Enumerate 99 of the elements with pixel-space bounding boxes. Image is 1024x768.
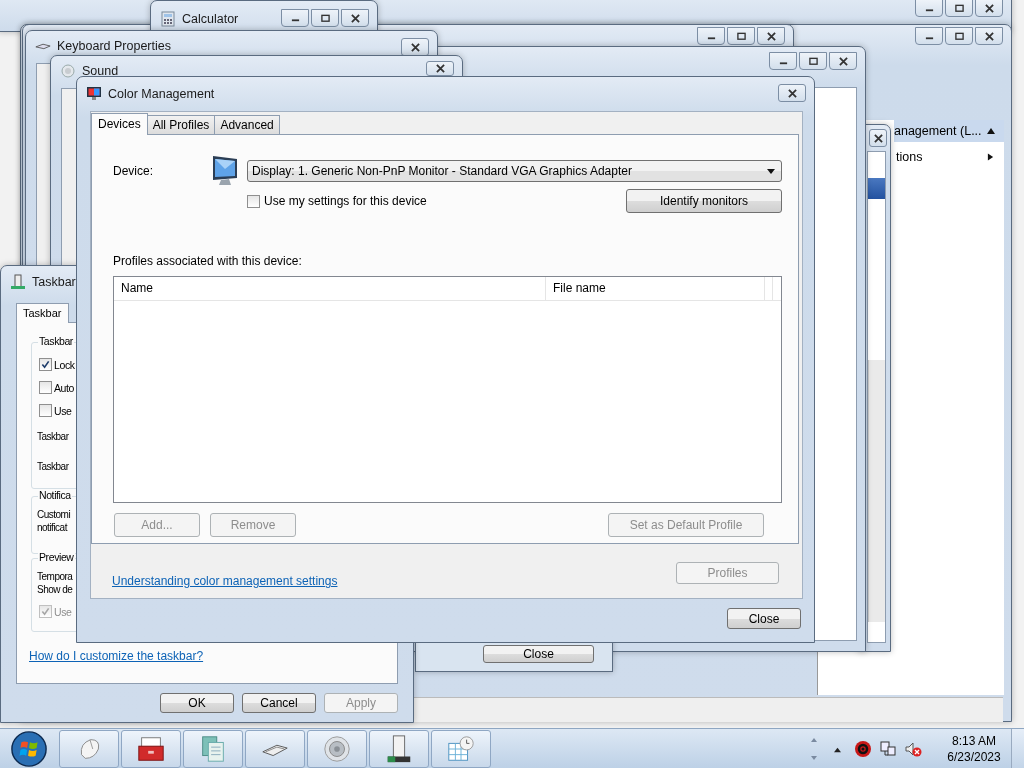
network-icon[interactable] — [879, 740, 897, 758]
close-icon — [434, 64, 446, 73]
maximize-icon — [319, 13, 331, 23]
close-button[interactable] — [341, 9, 369, 27]
window-title: Taskbar — [32, 275, 76, 289]
taskbar-app-button[interactable] — [121, 730, 181, 768]
minimize-button[interactable] — [281, 9, 309, 27]
restore-icon — [953, 31, 965, 41]
pane-header-text: anagement (L... — [894, 124, 982, 138]
maximize-icon — [953, 3, 965, 13]
close-icon — [765, 31, 777, 41]
group-label: Preview — [38, 551, 75, 563]
maximize-button[interactable] — [945, 0, 973, 17]
pane-item[interactable]: tions — [896, 146, 1004, 168]
close-button[interactable]: Close — [483, 645, 594, 663]
tab[interactable]: Devices — [91, 113, 148, 135]
window-title: Sound — [82, 64, 119, 78]
taskbar-app-button[interactable] — [369, 730, 429, 768]
close-icon — [349, 13, 361, 23]
close-button[interactable] — [426, 61, 454, 76]
minimize-button[interactable] — [697, 27, 725, 45]
monitor-icon — [86, 86, 102, 102]
time-text: 8:13 AM — [952, 733, 996, 749]
maximize-button[interactable] — [311, 9, 339, 27]
minimize-button[interactable] — [915, 0, 943, 17]
pane-header[interactable]: anagement (L... — [894, 120, 1004, 142]
calendar-clock-icon — [446, 734, 476, 764]
description-text: Show de — [37, 583, 73, 596]
maximize-button[interactable] — [727, 27, 755, 45]
dialog-button[interactable]: OK — [160, 693, 234, 713]
setting-label: Taskbar — [37, 460, 69, 474]
pane-item-text: tions — [896, 150, 923, 164]
show-hidden-icons-icon[interactable] — [833, 745, 842, 753]
calculator-icon — [160, 11, 176, 27]
minimize-button[interactable] — [769, 52, 797, 70]
checkbox-label: Use my settings for this device — [264, 194, 427, 208]
close-button[interactable] — [757, 27, 785, 45]
checkbox[interactable] — [39, 381, 52, 394]
device-dropdown[interactable]: Display: 1. Generic Non-PnP Monitor - Standard VGA Graphics Adapter — [247, 160, 782, 182]
close-button[interactable] — [778, 84, 806, 102]
description-text: notificat — [37, 521, 67, 534]
gear-icon[interactable] — [854, 740, 872, 758]
window-title: Calculator — [182, 12, 239, 26]
computer-icon — [10, 274, 26, 290]
close-button[interactable] — [975, 0, 1003, 17]
checkmark-icon — [41, 360, 50, 369]
muted-speaker-icon[interactable] — [904, 740, 922, 758]
close-icon — [409, 42, 421, 52]
maximize-icon — [807, 56, 819, 66]
scrollbar[interactable] — [868, 360, 885, 622]
checkbox-label: Use — [54, 605, 72, 618]
close-button[interactable]: Close — [727, 608, 801, 629]
tab[interactable]: Advanced — [214, 115, 280, 134]
description-text: Customi — [37, 508, 71, 521]
maximize-button[interactable] — [799, 52, 827, 70]
restore-button[interactable] — [945, 27, 973, 45]
tab[interactable]: Taskbar — [16, 303, 69, 323]
date-text: 6/23/2023 — [947, 749, 1001, 765]
maximize-icon — [735, 31, 747, 41]
window-title: Color Management — [108, 87, 215, 101]
window-title: Keyboard Properties — [57, 39, 171, 53]
start-button[interactable] — [10, 730, 48, 768]
toolbox-icon — [136, 734, 166, 764]
tab[interactable]: All Profiles — [146, 115, 216, 134]
dialog-button[interactable]: Cancel — [242, 693, 316, 713]
close-icon — [837, 56, 849, 66]
close-button[interactable] — [869, 129, 887, 147]
checkbox[interactable] — [39, 404, 52, 417]
checkbox-label: Use — [54, 404, 72, 417]
setting-label: Taskbar — [37, 430, 69, 444]
help-link[interactable]: Understanding color management settings — [112, 574, 338, 588]
clock[interactable]: 8:13 AM 6/23/2023 — [943, 733, 1005, 765]
speaker-icon — [322, 734, 352, 764]
group-label: Taskbar — [38, 335, 74, 347]
checkbox-label: Auto — [54, 381, 74, 394]
group-label: Notifica — [38, 489, 72, 501]
dropdown-arrow-icon — [767, 168, 775, 174]
checkbox-label: Lock — [54, 358, 75, 371]
close-icon — [983, 3, 995, 13]
close-icon — [786, 88, 798, 98]
minimize-button[interactable] — [915, 27, 943, 45]
close-button[interactable] — [829, 52, 857, 70]
close-icon — [983, 31, 995, 41]
collapse-icon — [986, 127, 996, 135]
column-header[interactable]: Name — [114, 277, 546, 300]
close-button[interactable] — [401, 38, 429, 56]
section-label: Profiles associated with this device: — [113, 254, 303, 268]
description-text: Tempora — [37, 570, 73, 583]
checkbox[interactable] — [247, 194, 260, 208]
close-icon — [872, 133, 884, 143]
identify-monitors-button[interactable]: Identify monitors — [626, 189, 782, 213]
close-button[interactable] — [975, 27, 1003, 45]
speaker-icon — [60, 63, 76, 79]
column-header[interactable]: File name — [546, 277, 765, 300]
device-label: Device: — [113, 164, 154, 178]
submenu-arrow-icon — [987, 152, 994, 162]
checkbox[interactable] — [39, 358, 52, 371]
help-link[interactable]: How do I customize the taskbar? — [29, 649, 204, 663]
checkmark-icon — [41, 607, 50, 616]
